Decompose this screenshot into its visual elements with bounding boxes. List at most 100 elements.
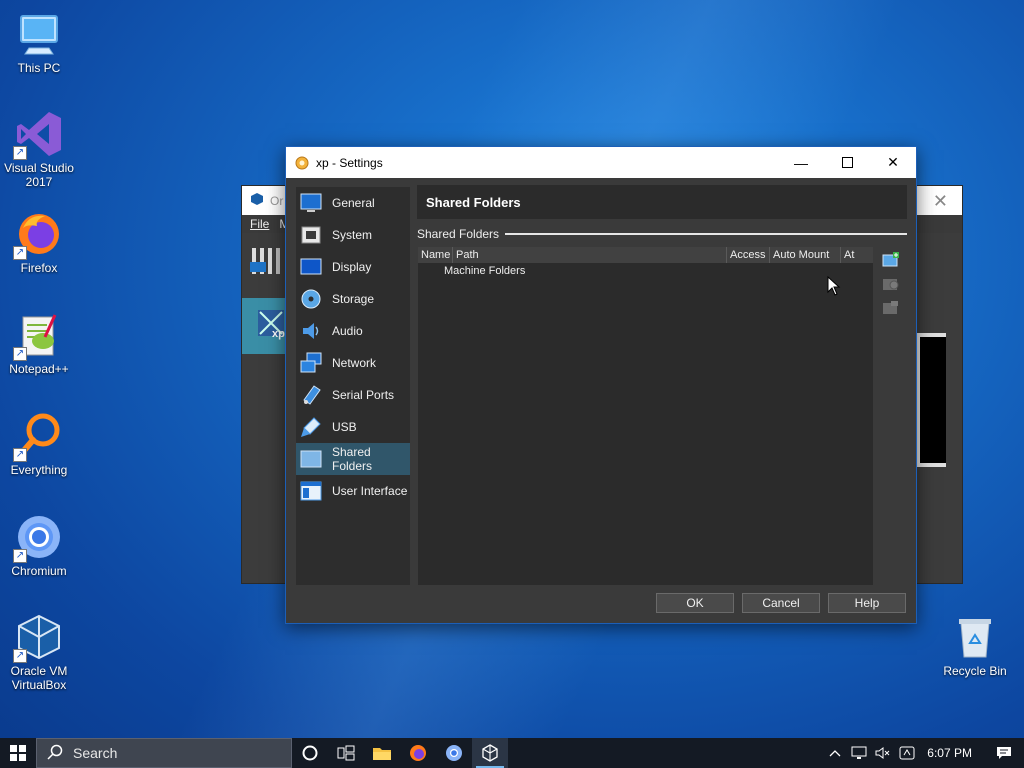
task-view-button[interactable]	[328, 738, 364, 768]
virtualbox-taskbar-button[interactable]	[472, 738, 508, 768]
display-monitor-icon	[300, 256, 322, 278]
column-header-name[interactable]: Name	[418, 247, 453, 263]
shared-folders-group: Shared Folders	[417, 227, 907, 241]
user-interface-icon	[300, 480, 322, 502]
cancel-button[interactable]: Cancel	[742, 593, 820, 613]
desktop-icon-everything[interactable]: ↗ Everything	[1, 412, 77, 477]
column-header-at[interactable]: At	[841, 247, 873, 263]
notifications-icon[interactable]	[984, 746, 1024, 760]
minimize-button[interactable]: —	[778, 147, 824, 178]
general-icon	[300, 192, 322, 214]
maximize-icon	[841, 157, 853, 168]
nav-item-audio[interactable]: Audio	[296, 315, 410, 347]
shared-folders-table[interactable]: Name Path Access Auto Mount At Machine F…	[418, 247, 873, 585]
maximize-button[interactable]	[824, 147, 870, 178]
search-icon	[47, 744, 63, 763]
close-button[interactable]: ✕	[870, 147, 916, 178]
nav-item-system[interactable]: System	[296, 219, 410, 251]
start-button[interactable]	[0, 738, 36, 768]
search-placeholder: Search	[73, 745, 118, 761]
divider	[505, 233, 907, 235]
add-folder-icon[interactable]	[882, 251, 900, 269]
audio-speaker-icon	[300, 320, 322, 342]
ok-button[interactable]: OK	[656, 593, 734, 613]
nav-item-storage[interactable]: Storage	[296, 283, 410, 315]
notepad-plus-plus-icon: ↗	[13, 311, 63, 361]
table-row[interactable]: Machine Folders	[418, 263, 873, 279]
nav-item-label: User Interface	[332, 484, 408, 498]
dialog-titlebar[interactable]: xp - Settings — ✕	[286, 147, 916, 178]
desktop-icon-notepad-plus-plus[interactable]: ↗ Notepad++	[1, 311, 77, 376]
nav-item-network[interactable]: Network	[296, 347, 410, 379]
nav-item-usb[interactable]: USB	[296, 411, 410, 443]
taskbar-search-box[interactable]: Search	[36, 738, 292, 768]
desktop-icon-virtualbox[interactable]: ↗ Oracle VM VirtualBox	[1, 613, 77, 692]
file-explorer-button[interactable]	[364, 738, 400, 768]
visual-studio-icon: ↗	[13, 110, 63, 160]
vm-preview	[916, 333, 946, 467]
nav-item-general[interactable]: General	[296, 187, 410, 219]
shared-folder-toolbar	[882, 251, 902, 323]
desktop-icon-label: Recycle Bin	[943, 664, 1007, 678]
desktop-icon-label: Everything	[10, 463, 68, 477]
shortcut-arrow-icon: ↗	[13, 448, 27, 462]
virtualbox-icon	[250, 192, 264, 209]
system-tray: 6:07 PM	[823, 738, 1024, 768]
table-header: Name Path Access Auto Mount At	[418, 247, 873, 263]
column-header-path[interactable]: Path	[453, 247, 727, 263]
desktop-icon-visual-studio[interactable]: ↗ Visual Studio 2017	[1, 110, 77, 189]
chromium-taskbar-button[interactable]	[436, 738, 472, 768]
task-view-icon	[337, 745, 355, 761]
nav-item-label: Audio	[332, 324, 363, 338]
nav-item-label: Display	[332, 260, 372, 274]
vm-list-item[interactable]: xp	[242, 298, 288, 354]
help-button[interactable]: Help	[828, 593, 906, 613]
network-tray-icon[interactable]	[847, 746, 871, 760]
shortcut-arrow-icon: ↗	[13, 146, 27, 160]
column-header-access[interactable]: Access	[727, 247, 770, 263]
cortana-icon	[302, 745, 318, 761]
taskbar: Search 6:07 PM	[0, 738, 1024, 768]
system-chip-icon	[300, 224, 322, 246]
panel-title: Shared Folders	[417, 185, 907, 219]
desktop-icon-label: Visual Studio 2017	[4, 161, 74, 189]
dialog-title: xp - Settings	[316, 155, 383, 170]
windows-logo-icon	[10, 745, 26, 761]
desktop-icon-label: Notepad++	[9, 362, 69, 376]
firefox-icon	[410, 745, 426, 761]
nav-item-label: Shared Folders	[332, 445, 373, 473]
desktop-icon-firefox[interactable]: ↗ Firefox	[1, 210, 77, 275]
chevron-up-icon[interactable]	[823, 749, 847, 757]
nav-item-display[interactable]: Display	[296, 251, 410, 283]
nav-item-label: System	[332, 228, 373, 242]
remove-folder-icon[interactable]	[882, 299, 900, 317]
menu-file[interactable]: File	[250, 217, 269, 231]
input-language-icon[interactable]	[895, 746, 919, 760]
shortcut-arrow-icon: ↗	[13, 549, 27, 563]
serial-port-icon	[300, 384, 322, 406]
network-icon	[300, 352, 322, 374]
taskbar-clock[interactable]: 6:07 PM	[927, 746, 972, 760]
column-header-auto-mount[interactable]: Auto Mount	[770, 247, 841, 263]
settings-dialog[interactable]: xp - Settings — ✕ General System Display…	[285, 146, 917, 624]
desktop-icon-recycle-bin[interactable]: Recycle Bin	[937, 613, 1013, 678]
nav-item-label: USB	[332, 420, 357, 434]
edit-folder-icon[interactable]	[882, 275, 900, 293]
desktop-icon-label: Firefox	[20, 261, 58, 275]
settings-nav: General System Display Storage Audio Net…	[296, 187, 410, 585]
desktop-icon-chromium[interactable]: ↗ Chromium	[1, 513, 77, 578]
nav-item-serial-ports[interactable]: Serial Ports	[296, 379, 410, 411]
volume-muted-icon[interactable]	[871, 746, 895, 760]
desktop-icon-this-pc[interactable]: This PC	[1, 10, 77, 75]
shortcut-arrow-icon: ↗	[13, 347, 27, 361]
nav-item-label: General	[332, 196, 375, 210]
close-icon[interactable]: ✕	[933, 191, 948, 212]
cortana-button[interactable]	[292, 738, 328, 768]
nav-item-shared-folders[interactable]: Shared Folders	[296, 443, 410, 475]
tools-icon[interactable]	[248, 244, 288, 284]
desktop-icon-label: Oracle VM VirtualBox	[10, 664, 68, 692]
firefox-taskbar-button[interactable]	[400, 738, 436, 768]
nav-item-user-interface[interactable]: User Interface	[296, 475, 410, 507]
vm-label: xp	[272, 328, 285, 340]
shared-folder-icon	[300, 448, 322, 470]
